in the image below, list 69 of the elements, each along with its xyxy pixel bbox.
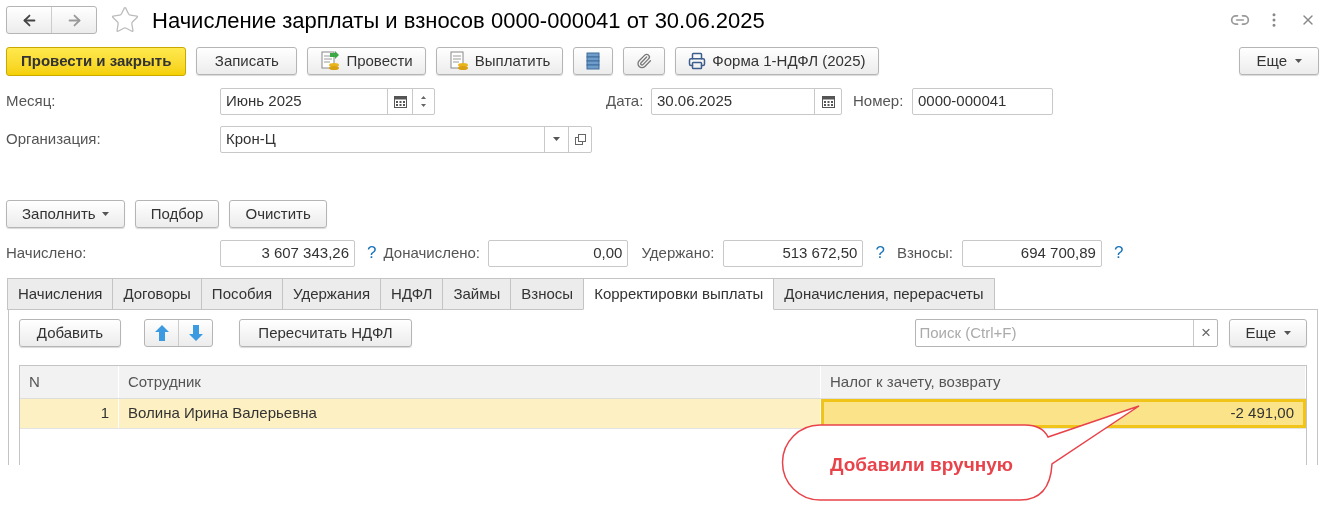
tab[interactable]: НДФЛ xyxy=(380,278,444,310)
total-field: 694 700,89 xyxy=(961,239,1102,267)
table-cell: 1 xyxy=(20,399,119,428)
add-button[interactable]: Добавить xyxy=(19,319,121,347)
document-coins-icon xyxy=(448,51,469,71)
column-header[interactable]: Налог к зачету, возврату xyxy=(821,366,1306,398)
more-button[interactable]: Еще xyxy=(1239,47,1319,75)
field-label: Номер: xyxy=(853,90,905,111)
total-label: Начислено: xyxy=(6,242,88,263)
more-button[interactable]: Еще xyxy=(1229,319,1307,347)
pay-button[interactable]: Выплатить xyxy=(435,47,564,75)
total-label: Взносы: xyxy=(896,242,954,263)
recalc-button[interactable]: Пересчитать НДФЛ xyxy=(239,319,412,347)
tab[interactable]: Взносы xyxy=(510,278,585,310)
open-icon[interactable] xyxy=(574,133,586,145)
tab[interactable]: Займы xyxy=(442,278,512,310)
calendar-icon xyxy=(393,94,407,108)
favorite-star-icon[interactable] xyxy=(110,5,140,35)
clear-search-button[interactable]: × xyxy=(1193,320,1218,346)
month-field[interactable]: Июнь 2025 xyxy=(220,87,435,115)
tab[interactable]: Доначисления, перерасчеты xyxy=(773,278,995,310)
spin-down-icon[interactable] xyxy=(421,103,426,107)
document-arrow-icon xyxy=(320,51,341,71)
total-label: Доначислено: xyxy=(383,242,482,263)
attach-button[interactable] xyxy=(623,47,666,75)
help-link[interactable]: ? xyxy=(367,240,377,266)
window-title: Начисление зарплаты и взносов 0000-000041 от 30.06.2025 xyxy=(152,6,765,35)
spin-up-icon[interactable] xyxy=(421,95,426,99)
fill-button[interactable]: Очистить xyxy=(229,200,327,228)
column-header[interactable]: Сотрудник xyxy=(119,366,821,398)
arrow-down-icon xyxy=(188,325,203,341)
tab[interactable]: Корректировки выплаты xyxy=(583,278,775,310)
table-cell: -2 491,00 xyxy=(821,399,1306,428)
caret-icon xyxy=(101,212,109,216)
column-header[interactable]: N xyxy=(20,366,119,398)
organization-field[interactable]: Крон-Ц xyxy=(220,125,592,153)
field-label: Дата: xyxy=(606,90,645,111)
search-field[interactable]: Поиск (Ctrl+F) × xyxy=(915,319,1219,347)
calendar-icon xyxy=(821,94,835,108)
field-label: Организация: xyxy=(6,128,102,149)
total-field: 3 607 343,26 xyxy=(220,239,355,267)
caret-icon xyxy=(1295,59,1302,63)
arrow-up-icon xyxy=(154,325,169,341)
total-field: 0,00 xyxy=(488,239,629,267)
tab[interactable]: Договоры xyxy=(112,278,202,310)
tab[interactable]: Начисления xyxy=(7,278,114,310)
fill-button[interactable]: Подбор xyxy=(134,200,220,228)
caret-icon xyxy=(1284,331,1291,335)
list-icon xyxy=(586,52,601,70)
list-button[interactable] xyxy=(573,47,614,75)
printer-icon xyxy=(688,52,707,70)
number-field[interactable]: 0000-000041 xyxy=(912,87,1053,115)
caret-icon xyxy=(553,137,560,141)
field-label: Месяц: xyxy=(6,90,57,111)
total-field: 513 672,50 xyxy=(723,239,864,267)
fill-button[interactable]: Заполнить xyxy=(6,200,125,228)
callout-text: Добавили вручную xyxy=(830,453,1013,477)
help-link[interactable]: ? xyxy=(1113,240,1124,266)
tab[interactable]: Пособия xyxy=(200,278,284,310)
save-button[interactable]: Записать xyxy=(196,47,298,75)
total-label: Удержано: xyxy=(641,242,716,263)
paperclip-icon xyxy=(636,53,653,69)
post-and-close-button[interactable]: Провести и закрыть xyxy=(6,46,187,76)
print-button[interactable]: Форма 1-НДФЛ (2025) xyxy=(675,47,879,75)
tab[interactable]: Удержания xyxy=(282,278,382,310)
date-field[interactable]: 30.06.2025 xyxy=(651,87,842,115)
help-link[interactable]: ? xyxy=(875,240,885,266)
table-row[interactable]: 1 Волина Ирина Валерьевна -2 491,00 xyxy=(20,399,1306,429)
post-button[interactable]: Провести xyxy=(307,47,426,75)
